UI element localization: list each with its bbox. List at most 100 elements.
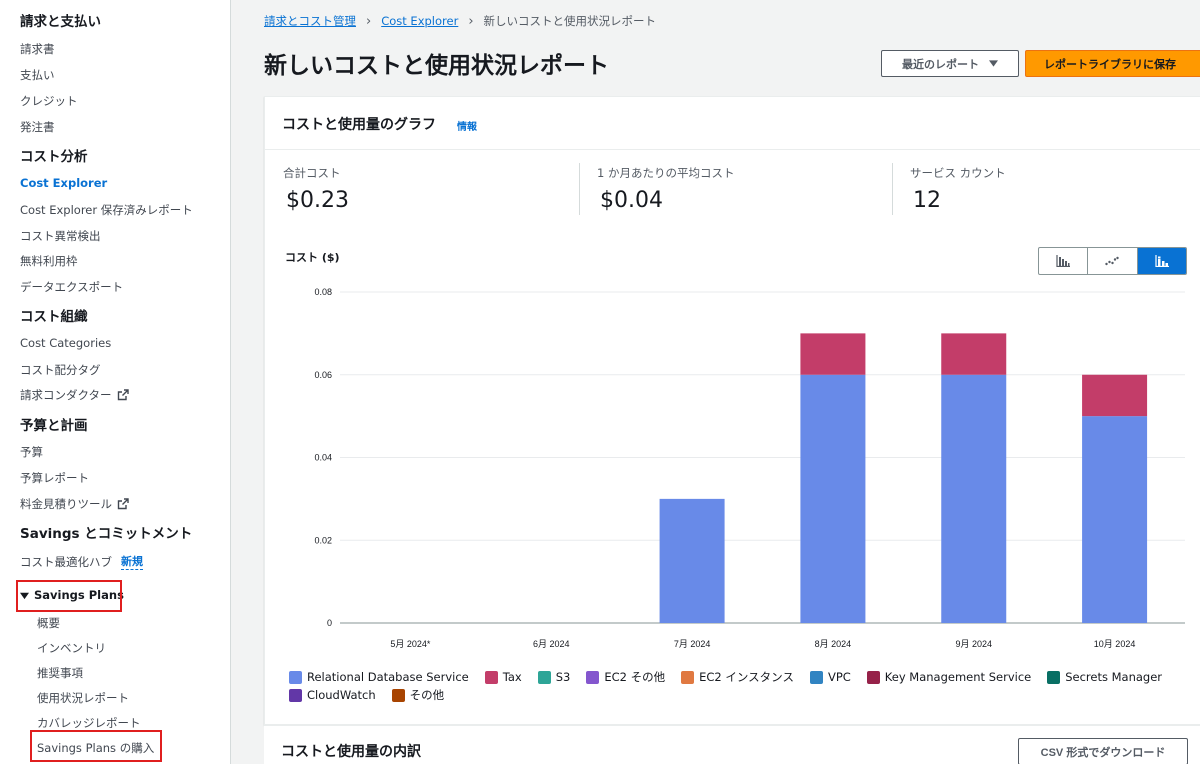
sidebar-item-sp-coverage[interactable]: カバレッジレポート bbox=[37, 715, 141, 731]
legend-label: Secrets Manager bbox=[1065, 670, 1163, 684]
sidebar-item-invoices[interactable]: 請求書 bbox=[20, 41, 55, 57]
legend-item[interactable]: Secrets Manager bbox=[1047, 670, 1162, 684]
stat-label: 1 か月あたりの平均コスト bbox=[597, 166, 735, 180]
stacked-bar-chart-icon bbox=[1155, 255, 1169, 267]
legend-label: CloudWatch bbox=[307, 688, 376, 702]
sidebar: 請求と支払い 請求書 支払い クレジット 発注書 コスト分析 Cost Expl… bbox=[0, 0, 231, 764]
legend-item[interactable]: EC2 インスタンス bbox=[681, 670, 794, 684]
stat-total-cost: 合計コスト $0.23 bbox=[283, 165, 349, 213]
legend-swatch bbox=[866, 670, 880, 684]
legend-label: Tax bbox=[502, 670, 522, 684]
highlight-box bbox=[16, 580, 122, 612]
sidebar-item-credits[interactable]: クレジット bbox=[20, 93, 78, 109]
highlight-box bbox=[30, 730, 162, 762]
breadcrumb-cost-explorer[interactable]: Cost Explorer bbox=[381, 14, 458, 28]
legend-label: Relational Database Service bbox=[307, 670, 469, 684]
x-tick-label: 7月 2024 bbox=[674, 639, 711, 649]
sidebar-item-budget-reports[interactable]: 予算レポート bbox=[20, 470, 89, 486]
legend-label: S3 bbox=[555, 670, 571, 684]
sidebar-item-saved-reports[interactable]: Cost Explorer 保存済みレポート bbox=[20, 202, 193, 218]
sidebar-item-anomaly-detection[interactable]: コスト異常検出 bbox=[20, 228, 101, 244]
bar-segment bbox=[800, 333, 866, 375]
y-tick-label: 0.02 bbox=[314, 535, 332, 545]
legend-label: EC2 インスタンス bbox=[699, 670, 794, 684]
legend-item[interactable]: VPC bbox=[809, 670, 851, 684]
sidebar-item-billing-conductor[interactable]: 請求コンダクター bbox=[20, 387, 129, 403]
sidebar-item-sp-overview[interactable]: 概要 bbox=[37, 615, 60, 631]
external-link-icon bbox=[117, 498, 129, 510]
stat-value: 12 bbox=[913, 188, 941, 213]
save-to-library-button[interactable]: レポートライブラリに保存 bbox=[1025, 50, 1200, 77]
legend-swatch bbox=[586, 670, 600, 684]
bar-segment bbox=[941, 374, 1007, 623]
sidebar-item-label: コスト最適化ハブ bbox=[20, 554, 112, 569]
caret-down-icon bbox=[989, 60, 998, 67]
sidebar-item-sp-utilization[interactable]: 使用状況レポート bbox=[37, 690, 129, 706]
billing-heading: 請求と支払い bbox=[20, 14, 101, 30]
panel-title: コストと使用量の内訳 bbox=[281, 744, 421, 760]
legend-item[interactable]: その他 bbox=[391, 688, 445, 702]
page-title: 新しいコストと使用状況レポート bbox=[264, 53, 609, 79]
recent-reports-dropdown[interactable]: 最近のレポート bbox=[881, 50, 1019, 77]
y-tick-label: 0.08 bbox=[314, 287, 332, 297]
stacked-bar-chart-toggle[interactable] bbox=[1137, 248, 1186, 274]
stat-value: $0.04 bbox=[600, 188, 663, 213]
legend-item[interactable]: S3 bbox=[537, 670, 571, 684]
bar-segment bbox=[800, 374, 866, 623]
line-chart-toggle[interactable] bbox=[1088, 248, 1138, 274]
legend-swatch bbox=[484, 670, 498, 684]
legend-swatch bbox=[809, 670, 823, 684]
legend-item[interactable]: Relational Database Service bbox=[289, 670, 469, 684]
divider bbox=[579, 163, 580, 215]
sidebar-item-budgets[interactable]: 予算 bbox=[20, 444, 43, 460]
x-tick-label: 6月 2024 bbox=[533, 639, 570, 649]
bar-segment bbox=[941, 333, 1007, 375]
bar-segment bbox=[659, 498, 725, 623]
legend-item[interactable]: Tax bbox=[484, 670, 522, 684]
breadcrumb-billing[interactable]: 請求とコスト管理 bbox=[264, 13, 356, 29]
sidebar-item-payments[interactable]: 支払い bbox=[20, 67, 55, 83]
legend-label: EC2 その他 bbox=[604, 670, 666, 684]
sidebar-item-purchase-orders[interactable]: 発注書 bbox=[20, 119, 55, 135]
bar-chart-toggle[interactable] bbox=[1039, 248, 1089, 274]
sidebar-item-sp-recommendations[interactable]: 推奨事項 bbox=[37, 665, 83, 681]
sidebar-item-cost-optimization-hub[interactable]: コスト最適化ハブ 新規 bbox=[20, 553, 143, 570]
download-csv-button[interactable]: CSV 形式でダウンロード bbox=[1018, 738, 1188, 764]
info-link[interactable]: 情報 bbox=[457, 118, 477, 133]
stat-value: $0.23 bbox=[286, 188, 349, 213]
x-tick-label: 9月 2024 bbox=[955, 639, 992, 649]
stacked-bar-chart: 0 0.02 0.04 0.06 0.08 5月 2024* 6月 2024 7月 2024 8… bbox=[314, 287, 1185, 649]
legend-label: その他 bbox=[409, 688, 445, 702]
sidebar-item-cost-explorer[interactable]: Cost Explorer bbox=[20, 176, 107, 190]
chart-y-axis-label: コスト ($) bbox=[285, 251, 340, 264]
cost-usage-breakdown-panel: コストと使用量の内訳 CSV 形式でダウンロード bbox=[264, 725, 1200, 764]
sidebar-item-pricing-calculator[interactable]: 料金見積りツール bbox=[20, 496, 129, 512]
sidebar-item-sp-inventory[interactable]: インベントリ bbox=[37, 640, 106, 656]
stat-service-count: サービス カウント 12 bbox=[910, 165, 1006, 213]
legend-swatch bbox=[681, 670, 695, 684]
x-tick-label: 5月 2024* bbox=[390, 639, 431, 649]
legend-item[interactable]: CloudWatch bbox=[289, 688, 376, 702]
divider bbox=[892, 163, 893, 215]
stat-label: 合計コスト bbox=[283, 166, 341, 180]
legend-label: VPC bbox=[827, 670, 851, 684]
sidebar-item-free-tier[interactable]: 無料利用枠 bbox=[20, 253, 78, 269]
legend-item[interactable]: EC2 その他 bbox=[586, 670, 665, 684]
legend-item[interactable]: Key Management Service bbox=[866, 670, 1031, 684]
bar-segment bbox=[1082, 374, 1148, 417]
legend-swatch bbox=[289, 688, 302, 702]
chevron-right-icon: › bbox=[366, 13, 372, 29]
sidebar-item-cost-categories[interactable]: Cost Categories bbox=[20, 336, 111, 350]
new-badge: 新規 bbox=[121, 555, 143, 570]
panel-header: コストと使用量のグラフ 情報 bbox=[265, 97, 1200, 150]
panel-title: コストと使用量のグラフ bbox=[282, 117, 436, 133]
sidebar-item-data-exports[interactable]: データエクスポート bbox=[20, 279, 123, 295]
stat-label: サービス カウント bbox=[910, 166, 1006, 180]
budget-heading: 予算と計画 bbox=[20, 418, 88, 434]
legend-swatch bbox=[289, 670, 302, 684]
legend-swatch bbox=[537, 670, 551, 684]
cost-usage-graph-panel: コストと使用量のグラフ 情報 合計コスト $0.23 1 か月あたりの平均コスト… bbox=[264, 96, 1200, 725]
chevron-right-icon: › bbox=[468, 13, 474, 29]
sidebar-item-cost-allocation-tags[interactable]: コスト配分タグ bbox=[20, 362, 101, 378]
cost-analysis-heading: コスト分析 bbox=[20, 149, 88, 165]
